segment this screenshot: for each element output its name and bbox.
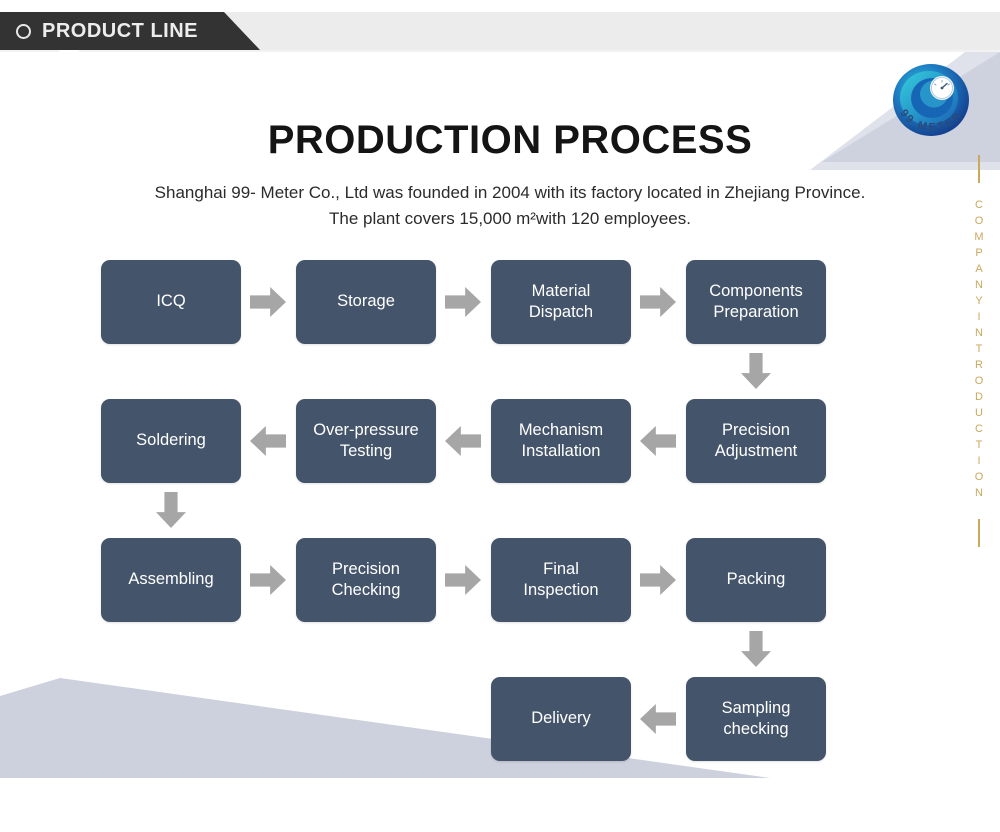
flow-arrow-right xyxy=(445,287,481,317)
process-node-material-dispatch[interactable]: Material Dispatch xyxy=(491,260,631,344)
process-node-icq[interactable]: ICQ xyxy=(101,260,241,344)
rail-dash-top xyxy=(978,155,980,183)
flow-arrow-left xyxy=(640,426,676,456)
process-node-components-preparation[interactable]: Components Preparation xyxy=(686,260,826,344)
node-label: ICQ xyxy=(156,292,186,311)
product-line-tab[interactable]: PRODUCT LINE xyxy=(0,12,260,50)
node-label: Sampling checking xyxy=(721,698,791,738)
flow-arrow-right xyxy=(445,565,481,595)
process-node-final-inspection[interactable]: Final Inspection xyxy=(491,538,631,622)
flow-arrow-left xyxy=(250,426,286,456)
process-node-mechanism-installation[interactable]: Mechanism Installation xyxy=(491,399,631,483)
node-label: Packing xyxy=(726,570,786,589)
product-line-tab-label: PRODUCT LINE xyxy=(42,19,198,42)
node-label: Precision Checking xyxy=(331,559,401,599)
flow-arrow-down xyxy=(741,353,771,389)
flow-arrow-right xyxy=(250,565,286,595)
process-node-over-pressure-testing[interactable]: Over-pressure Testing xyxy=(296,399,436,483)
node-label: Storage xyxy=(337,292,395,311)
node-label: Components Preparation xyxy=(709,281,803,321)
flow-arrow-down xyxy=(156,492,186,528)
node-label: Final Inspection xyxy=(523,559,599,599)
circle-outline-icon xyxy=(16,23,31,39)
node-label: Assembling xyxy=(128,570,214,589)
process-node-precision-checking[interactable]: Precision Checking xyxy=(296,538,436,622)
process-node-precision-adjustment[interactable]: Precision Adjustment xyxy=(686,399,826,483)
rail-label: COMPANYINTRODUCTION xyxy=(973,199,985,503)
node-label: Delivery xyxy=(531,709,591,728)
flow-arrow-right xyxy=(250,287,286,317)
process-node-soldering[interactable]: Soldering xyxy=(101,399,241,483)
process-node-assembling[interactable]: Assembling xyxy=(101,538,241,622)
flow-arrow-right xyxy=(640,287,676,317)
process-node-storage[interactable]: Storage xyxy=(296,260,436,344)
flow-arrow-left xyxy=(640,704,676,734)
node-label: Material Dispatch xyxy=(528,281,594,321)
header-notch xyxy=(58,50,80,59)
page-title: PRODUCTION PROCESS xyxy=(267,118,753,162)
process-node-packing[interactable]: Packing xyxy=(686,538,826,622)
node-label: Precision Adjustment xyxy=(714,420,798,460)
node-label: Over-pressure Testing xyxy=(313,420,419,460)
header-underline xyxy=(0,50,1000,52)
flow-arrow-right xyxy=(640,565,676,595)
node-label: Soldering xyxy=(136,431,206,450)
flow-arrow-down xyxy=(741,631,771,667)
rail-dash-bottom xyxy=(978,519,980,547)
company-introduction-rail: COMPANYINTRODUCTION xyxy=(964,155,994,547)
node-label: Mechanism Installation xyxy=(518,420,604,460)
page-description: Shanghai 99- Meter Co., Ltd was founded … xyxy=(154,183,866,229)
flow-arrow-left xyxy=(445,426,481,456)
title-block: PRODUCTION PROCESS Shanghai 99- Meter Co… xyxy=(90,118,930,233)
process-node-delivery[interactable]: Delivery xyxy=(491,677,631,761)
process-node-sampling-checking[interactable]: Sampling checking xyxy=(686,677,826,761)
